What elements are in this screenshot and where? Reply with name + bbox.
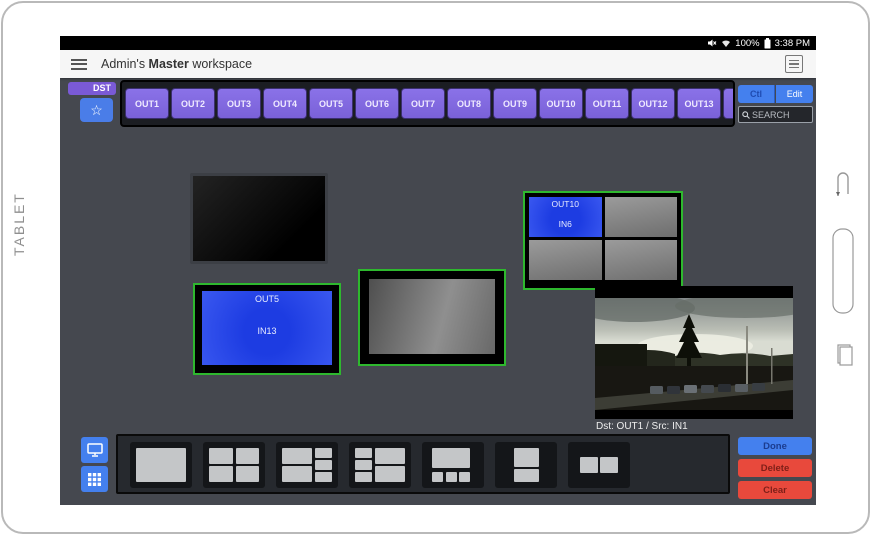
- monitor-out5[interactable]: OUT5 IN13: [193, 283, 341, 375]
- input-label: IN6: [558, 219, 572, 229]
- battery-percent: 100%: [735, 37, 760, 49]
- delete-button[interactable]: Delete: [738, 459, 812, 477]
- monitor-unrouted[interactable]: [358, 269, 506, 366]
- clear-button[interactable]: Clear: [738, 481, 812, 499]
- monitor-out10-zone[interactable]: [604, 197, 677, 237]
- search-input[interactable]: SEARCH: [738, 106, 813, 123]
- signal-icon: [722, 40, 731, 47]
- preset-cell: [445, 471, 457, 482]
- preset-cell: [432, 471, 443, 482]
- status-bar: 100% 3:38 PM: [60, 36, 816, 50]
- tablet-side-label: TABLET: [11, 192, 27, 256]
- preset-cell: [209, 466, 233, 482]
- preset-cell: [513, 469, 539, 482]
- preset-cell: [375, 448, 405, 464]
- battery-icon: [764, 37, 771, 48]
- monitor-icon: [86, 443, 103, 457]
- grid-icon: [88, 472, 101, 486]
- control-mode-button[interactable]: Ctl: [738, 85, 775, 103]
- preset-cell: [315, 472, 332, 482]
- layout-preset-two-horizontal[interactable]: [568, 442, 630, 488]
- monitor-out10-zone[interactable]: [529, 240, 602, 280]
- output-label: OUT10: [551, 199, 579, 209]
- output-button[interactable]: OUT7: [401, 88, 445, 119]
- preset-cell: [235, 466, 259, 482]
- layout-preset-two-vertical[interactable]: [495, 442, 557, 488]
- layout-preset-three-left-two-right[interactable]: [349, 442, 411, 488]
- output-button[interactable]: OUT3: [217, 88, 261, 119]
- tablet-screen: 100% 3:38 PM Admin's Master workspace DS…: [60, 36, 816, 505]
- layout-preset-two-left-three-right[interactable]: [276, 442, 338, 488]
- app-title-bar: Admin's Master workspace: [60, 50, 816, 78]
- search-placeholder: SEARCH: [752, 109, 790, 120]
- preset-cell: [315, 459, 332, 470]
- clock: 3:38 PM: [774, 37, 810, 49]
- dst-label: DST: [68, 82, 116, 95]
- monitor-out10-zone-active[interactable]: OUT10 IN6: [529, 197, 602, 237]
- workspace-list-icon[interactable]: [785, 55, 803, 73]
- output-button[interactable]: OUT8: [447, 88, 491, 119]
- preset-cell: [513, 448, 539, 467]
- presets-list: [116, 434, 730, 494]
- preset-cell: [235, 448, 259, 464]
- output-label: OUT5: [254, 294, 279, 304]
- monitor-unassigned[interactable]: [190, 173, 328, 264]
- layout-preset-quad[interactable]: [203, 442, 265, 488]
- preset-cell: [209, 448, 233, 464]
- preset-cell: [355, 472, 372, 482]
- grid-view-button[interactable]: [81, 466, 108, 492]
- output-button[interactable]: OUT1: [125, 88, 169, 119]
- edit-mode-button[interactable]: Edit: [776, 85, 813, 103]
- monitor-out10[interactable]: OUT10 IN6: [523, 191, 683, 290]
- favorites-star-button[interactable]: ☆: [80, 98, 113, 122]
- preset-cell: [459, 471, 470, 482]
- layout-preset-one-top-three-bottom[interactable]: [422, 442, 484, 488]
- output-button-clipped[interactable]: [723, 88, 733, 119]
- source-preview-window[interactable]: [595, 286, 793, 419]
- output-button[interactable]: OUT10: [539, 88, 583, 119]
- output-button[interactable]: OUT11: [585, 88, 629, 119]
- done-button[interactable]: Done: [738, 437, 812, 455]
- outputs-list: OUT1 OUT2 OUT3 OUT4 OUT5 OUT6 OUT7 OUT8 OUT9 OUT1…: [120, 80, 735, 127]
- output-button[interactable]: OUT4: [263, 88, 307, 119]
- preset-cell: [282, 466, 312, 482]
- preset-cell: [355, 459, 372, 470]
- pages-icon: [837, 344, 853, 366]
- output-button[interactable]: OUT9: [493, 88, 537, 119]
- preset-cell: [432, 448, 470, 469]
- page-title: Admin's Master workspace: [101, 57, 253, 71]
- camera-preview-image: [595, 298, 793, 410]
- menu-icon[interactable]: [71, 56, 87, 72]
- preset-cell: [600, 456, 618, 474]
- output-button[interactable]: OUT2: [171, 88, 215, 119]
- mute-icon: [708, 39, 717, 47]
- output-button[interactable]: OUT6: [355, 88, 399, 119]
- layout-preset-single[interactable]: [130, 442, 192, 488]
- output-button[interactable]: OUT13: [677, 88, 721, 119]
- output-button[interactable]: OUT5: [309, 88, 353, 119]
- preset-cell: [136, 448, 186, 482]
- monitor-out10-zone[interactable]: [604, 240, 677, 280]
- preset-cell: [375, 466, 405, 482]
- swipe-gesture-icon: [836, 172, 849, 196]
- input-label: IN13: [257, 326, 277, 336]
- tablet-frame: TABLET 100% 3:38 PM Admin's Master works…: [1, 1, 870, 534]
- preset-cell: [282, 448, 312, 464]
- stylus-pill-icon: [832, 228, 854, 314]
- preset-cell: [355, 448, 372, 458]
- preview-caption: Dst: OUT1 / Src: IN1: [596, 421, 688, 432]
- output-button[interactable]: OUT12: [631, 88, 675, 119]
- search-icon: [742, 110, 750, 119]
- preset-cell: [315, 448, 332, 458]
- preset-cell: [580, 456, 598, 474]
- monitor-view-button[interactable]: [81, 437, 108, 463]
